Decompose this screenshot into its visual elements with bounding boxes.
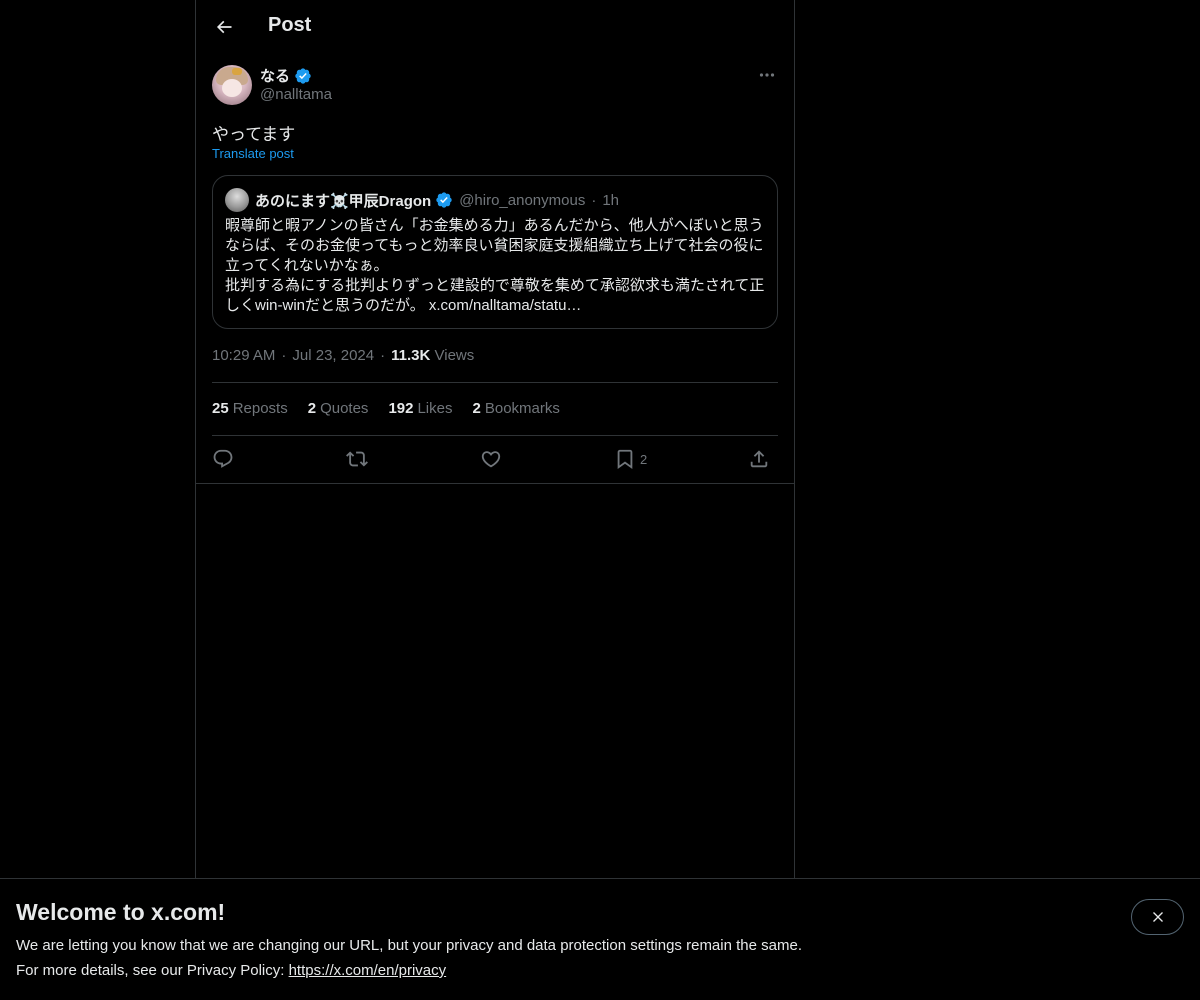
avatar[interactable] <box>212 65 252 105</box>
repost-button[interactable] <box>346 446 368 472</box>
post-author: なる @nalltama <box>212 64 778 108</box>
views-label: Views <box>434 347 475 364</box>
banner-message: We are letting you know that we are chan… <box>16 937 802 954</box>
share-button[interactable] <box>748 446 770 472</box>
engagement-stats: 25 Reposts 2 Quotes 192 Likes 2 Bookmarks <box>212 400 560 417</box>
reply-button[interactable] <box>212 446 234 472</box>
page-header: Post <box>196 0 794 53</box>
reply-icon <box>213 449 233 468</box>
post-text: やってます <box>212 125 296 144</box>
views-count: 11.3K <box>391 347 431 364</box>
bookmark-button[interactable]: 2 <box>614 446 647 472</box>
likes-stat[interactable]: 192 Likes <box>388 400 452 417</box>
bookmark-count: 2 <box>640 451 648 467</box>
display-name[interactable]: なる <box>260 65 290 86</box>
banner-title: Welcome to x.com! <box>16 899 226 925</box>
more-icon <box>759 73 775 77</box>
privacy-policy-link[interactable]: https://x.com/en/privacy <box>289 962 447 979</box>
separator-dot: · <box>380 347 386 364</box>
action-bar: 2 <box>212 446 778 472</box>
quoted-avatar <box>225 188 249 212</box>
back-arrow-icon <box>216 20 232 34</box>
handle[interactable]: @nalltama <box>260 86 332 103</box>
quoted-post-header: あのにます☠️甲辰Dragon @hiro_anonymous · 1h <box>225 188 619 212</box>
divider <box>212 382 778 383</box>
bookmark-icon <box>617 449 633 470</box>
banner-privacy-line: For more details, see our Privacy Policy… <box>16 962 446 979</box>
welcome-banner: Welcome to x.com! We are letting you kno… <box>0 878 1200 1000</box>
translate-post-link[interactable]: Translate post <box>212 146 294 161</box>
divider <box>212 435 778 436</box>
more-button[interactable] <box>756 66 778 84</box>
quoted-handle: @hiro_anonymous <box>459 191 586 209</box>
reposts-stat[interactable]: 25 Reposts <box>212 400 288 417</box>
bookmarks-stat[interactable]: 2 Bookmarks <box>473 400 560 417</box>
quoted-line: 暇尊師と暇アノンの皆さん「お金集める力」あるんだから、他人がへぼいと思うならば、… <box>225 217 764 274</box>
quoted-line: 批判する為にする批判よりずっと建設的で尊敬を集めて承認欲求も満たされて正しくwi… <box>225 277 765 314</box>
page-title: Post <box>268 14 312 36</box>
like-button[interactable] <box>480 446 502 472</box>
post-column: Post なる @nalltama やってます Translate post あ… <box>195 0 795 878</box>
share-icon <box>750 450 768 468</box>
quoted-post[interactable]: あのにます☠️甲辰Dragon @hiro_anonymous · 1h 暇尊師… <box>212 175 778 329</box>
repost-icon <box>346 451 368 467</box>
verified-badge-icon <box>295 67 311 84</box>
post-time[interactable]: 10:29 AM <box>212 347 275 364</box>
quoted-post-text: 暇尊師と暇アノンの皆さん「お金集める力」あるんだから、他人がへぼいと思うならば、… <box>225 216 769 316</box>
banner-privacy-prefix: For more details, see our Privacy Policy… <box>16 962 289 979</box>
post-metadata: 10:29 AM · Jul 23, 2024 · 11.3K Views <box>212 347 474 364</box>
display-name-row: なる <box>260 65 312 86</box>
verified-badge-icon <box>436 192 452 208</box>
quoted-time: 1h <box>602 191 620 209</box>
back-button[interactable] <box>208 11 240 43</box>
close-banner-button[interactable] <box>1131 899 1184 935</box>
like-icon <box>481 451 501 468</box>
divider <box>196 483 794 484</box>
post-date[interactable]: Jul 23, 2024 <box>292 347 374 364</box>
separator-dot: · <box>281 347 287 364</box>
close-icon <box>1152 912 1163 922</box>
quotes-stat[interactable]: 2 Quotes <box>308 400 369 417</box>
separator-dot: · <box>591 191 597 209</box>
quoted-display-name: あのにます☠️甲辰Dragon <box>255 192 432 210</box>
